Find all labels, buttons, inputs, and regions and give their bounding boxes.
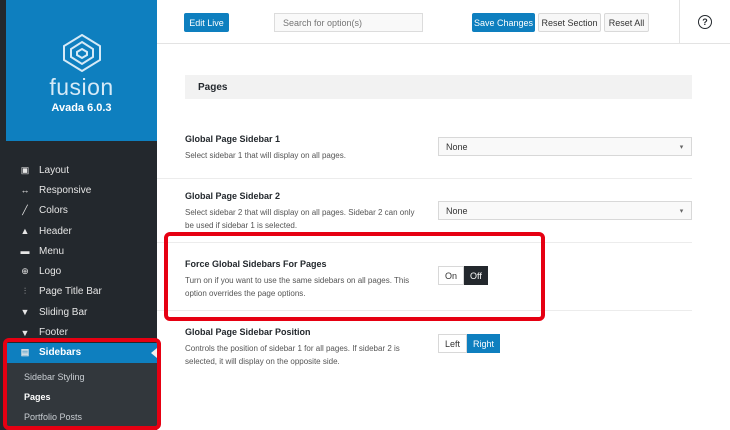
sliding-bar-icon: ▼ [20,307,30,318]
sidebar-item-sidebars[interactable]: ▤ Sidebars [6,342,157,363]
sidebar-item-label: Layout [39,164,70,176]
sidebar-item-responsive[interactable]: ↔ Responsive [6,180,157,200]
responsive-arrows-icon: ↔ [20,185,30,196]
sidebar-item-layout[interactable]: ▣ Layout [6,160,157,180]
reset-all-button[interactable]: Reset All [604,13,649,32]
brand-panel: fusion Avada 6.0.3 [6,0,157,141]
sidebar-item-footer[interactable]: ▼ Footer [6,322,157,342]
option-sidebar-position: Global Page Sidebar Position Controls th… [185,327,692,368]
search-input[interactable] [274,13,423,32]
select-value: None [446,205,468,216]
sidebar-item-label: Page Title Bar [39,286,102,298]
option-global-page-sidebar-2: Global Page Sidebar 2 Select sidebar 2 t… [185,191,692,232]
section-title: Pages [185,75,692,99]
save-changes-button[interactable]: Save Changes [472,13,535,32]
logo-text: fusion [49,74,114,100]
top-toolbar: Edit Live Save Changes Reset Section Res… [157,0,730,44]
arrow-up-icon: ▲ [20,226,30,237]
toggle-off-option[interactable]: Off [464,266,488,285]
position-right-option[interactable]: Right [467,334,501,353]
submenu-item-pages[interactable]: Pages [6,387,157,407]
fusion-logo-icon [63,34,101,72]
main-content: Pages Global Page Sidebar 1 Select sideb… [157,45,730,430]
option-description: Select sidebar 2 that will display on al… [185,208,415,230]
position-left-option[interactable]: Left [438,334,468,353]
force-sidebars-toggle: On Off [438,266,488,285]
version-label: Avada 6.0.3 [51,102,112,114]
divider [157,242,692,243]
option-description: Turn on if you want to use the same side… [185,276,410,298]
sidebar-item-sliding-bar[interactable]: ▼ Sliding Bar [6,302,157,322]
sidebar-item-header[interactable]: ▲ Header [6,221,157,241]
sidebar-item-label: Menu [39,245,65,257]
sidebar-item-logo[interactable]: ⊕ Logo [6,261,157,281]
toggle-on-option[interactable]: On [438,266,465,285]
plus-circle-icon: ⊕ [21,266,29,277]
chevron-down-icon: ▾ [679,143,684,151]
sidebar-item-label: Footer [39,327,68,339]
divider [157,310,692,311]
edit-live-button[interactable]: Edit Live [184,13,229,32]
option-description: Controls the position of sidebar 1 for a… [185,344,400,366]
sidebar-item-label: Colors [39,205,68,217]
sidebar-item-menu[interactable]: ▬ Menu [6,241,157,261]
help-icon: ? [698,15,712,29]
help-button[interactable]: ? [679,0,730,44]
sidebar-item-label: Header [39,225,72,237]
chevron-down-icon: ▾ [679,207,684,215]
sidebar-menu: ▣ Layout ↔ Responsive ╱ Colors ▲ Header … [6,160,157,430]
arrow-down-icon: ▼ [20,327,30,338]
layout-icon: ▣ [20,164,30,175]
sidebar-item-label: Sliding Bar [39,306,88,318]
sidebars-submenu: Sidebar Styling Pages Portfolio Posts [6,362,157,430]
option-global-page-sidebar-1: Global Page Sidebar 1 Select sidebar 1 t… [185,134,692,162]
option-title: Global Page Sidebar 2 [185,191,281,201]
sidebar-icon: ▤ [20,347,30,358]
sidebar-item-label: Responsive [39,184,92,196]
select-value: None [446,141,468,152]
submenu-item-portfolio-posts[interactable]: Portfolio Posts [6,407,157,427]
sidebar-1-select[interactable]: None ▾ [438,137,692,156]
sidebar: fusion Avada 6.0.3 ▣ Layout ↔ Responsive… [0,0,157,430]
sidebar-position-toggle: Left Right [438,334,501,353]
sidebar-item-colors[interactable]: ╱ Colors [6,201,157,221]
sliders-icon: ⫶ [23,286,27,297]
menu-icon: ▬ [20,246,30,257]
sidebar-2-select[interactable]: None ▾ [438,201,692,220]
reset-section-button[interactable]: Reset Section [538,13,601,32]
sidebar-item-page-title-bar[interactable]: ⫶ Page Title Bar [6,282,157,302]
submenu-item-sidebar-styling[interactable]: Sidebar Styling [6,367,157,387]
divider [157,178,692,179]
option-force-global-sidebars: Force Global Sidebars For Pages Turn on … [185,259,692,300]
sidebar-item-label: Logo [39,266,62,278]
brush-icon: ╱ [22,205,28,216]
sidebar-item-label: Sidebars [39,347,82,359]
option-description: Select sidebar 1 that will display on al… [185,151,346,160]
